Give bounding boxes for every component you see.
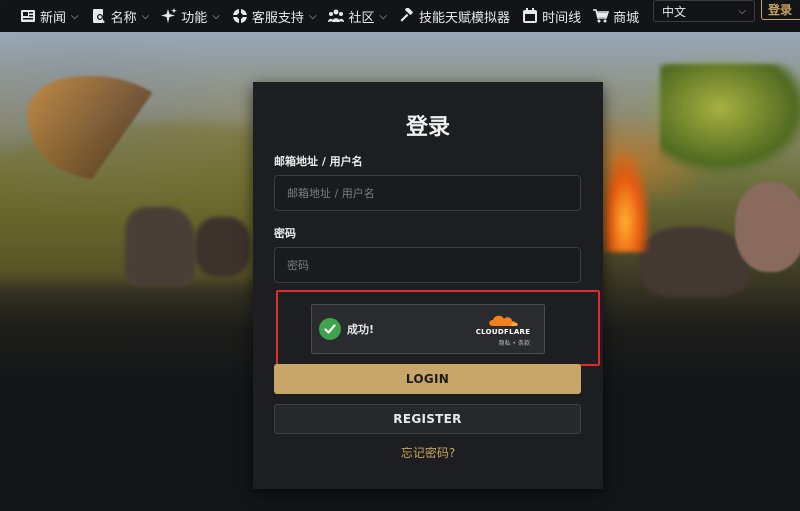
chevron-down-icon: ⌵ bbox=[141, 10, 150, 22]
top-login-button[interactable]: 登录 bbox=[761, 0, 800, 20]
nav-label: 客服支持 bbox=[251, 10, 304, 26]
cart-icon bbox=[593, 9, 610, 23]
calendar-icon bbox=[523, 8, 538, 23]
login-button[interactable]: LOGIN bbox=[274, 364, 581, 394]
forgot-password-link[interactable]: 忘记密码? bbox=[253, 444, 603, 461]
foliage-art bbox=[660, 64, 800, 174]
language-value: 中文 bbox=[662, 4, 687, 19]
cloudflare-wordmark: CLOUDFLARE bbox=[475, 328, 531, 336]
nav-item-shop[interactable]: 商城 bbox=[593, 7, 639, 26]
login-title: 登录 bbox=[405, 115, 450, 140]
nav-label: 社区 bbox=[348, 10, 375, 26]
language-select[interactable]: 中文 ⌵ bbox=[653, 0, 755, 22]
chevron-down-icon: ⌵ bbox=[71, 10, 79, 22]
email-field[interactable] bbox=[274, 175, 581, 211]
chevron-down-icon: ⌵ bbox=[738, 5, 746, 17]
nav-label: 商城 bbox=[613, 10, 640, 26]
cloudflare-turnstile[interactable]: 成功! CLOUDFLARE 隐私 • 条款 bbox=[311, 304, 545, 354]
password-label: 密码 bbox=[274, 227, 296, 240]
nav-item-community[interactable]: 社区 ⌵ bbox=[328, 7, 387, 26]
nav-item-names[interactable]: 名称 ⌵ bbox=[91, 7, 150, 26]
lifebuoy-icon bbox=[231, 8, 248, 24]
hammer-icon bbox=[400, 8, 413, 22]
chevron-down-icon: ⌵ bbox=[308, 10, 317, 22]
password-field[interactable] bbox=[274, 247, 581, 283]
success-check-icon bbox=[319, 318, 341, 340]
nav-label: 技能天赋模拟器 bbox=[419, 10, 511, 26]
cloudflare-logo: CLOUDFLARE 隐私 • 条款 bbox=[470, 313, 536, 347]
email-label: 邮箱地址 / 用户名 bbox=[274, 155, 363, 168]
sparkle-icon bbox=[161, 8, 178, 23]
register-button[interactable]: REGISTER bbox=[274, 404, 581, 434]
captcha-status: 成功! bbox=[347, 323, 375, 336]
people-icon bbox=[328, 9, 345, 22]
nav-item-support[interactable]: 客服支持 ⌵ bbox=[231, 7, 317, 26]
nav-item-features[interactable]: 功能 ⌵ bbox=[161, 7, 220, 26]
nav-label: 时间线 bbox=[542, 10, 582, 26]
nav-item-talent-simulator[interactable]: 技能天赋模拟器 bbox=[399, 7, 510, 26]
nav-label: 名称 bbox=[110, 10, 137, 26]
nav-label: 功能 bbox=[181, 10, 208, 26]
news-icon bbox=[21, 10, 35, 22]
search-book-icon bbox=[92, 9, 105, 24]
page: 新闻 ⌵ 名称 ⌵ 功能 ⌵ 客服支持 ⌵ 社区 ⌵ 技能天赋模拟器 时间线 商… bbox=[0, 0, 800, 511]
campfire-art bbox=[600, 152, 650, 252]
nav-item-timeline[interactable]: 时间线 bbox=[522, 7, 581, 26]
captcha-links[interactable]: 隐私 • 条款 bbox=[470, 338, 536, 347]
chevron-down-icon: ⌵ bbox=[212, 10, 220, 22]
cloud-icon bbox=[489, 315, 518, 326]
chevron-down-icon: ⌵ bbox=[379, 10, 388, 22]
nav-label: 新闻 bbox=[40, 10, 67, 26]
nav-item-news[interactable]: 新闻 ⌵ bbox=[20, 7, 79, 26]
